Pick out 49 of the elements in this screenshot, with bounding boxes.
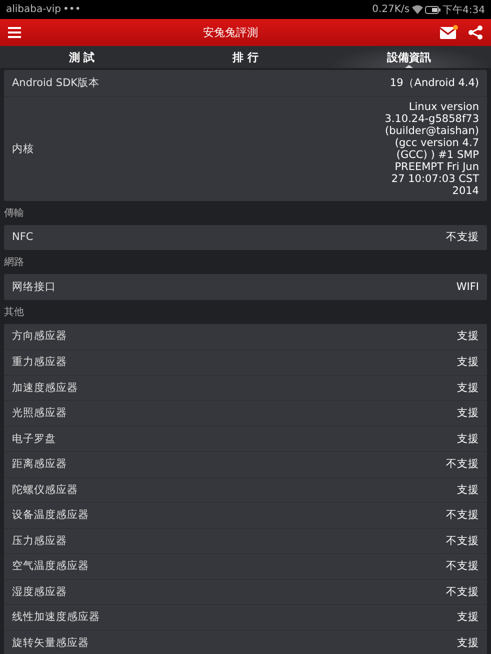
menu-icon[interactable] (8, 27, 21, 38)
row-value: 支援 (457, 636, 479, 649)
row-value: 不支援 (446, 586, 479, 598)
row-label: 内核 (12, 142, 34, 156)
share-icon[interactable] (468, 25, 483, 40)
row-value: 支援 (457, 611, 479, 624)
row-label: 线性加速度感应器 (12, 610, 100, 624)
row-label: 电子罗盘 (12, 432, 56, 446)
row-label: 设备温度感应器 (12, 508, 89, 522)
row-value: 不支援 (446, 458, 479, 470)
row-value: WIFI (456, 280, 479, 293)
tab[interactable]: 排 行 (164, 46, 328, 68)
battery-icon (424, 6, 441, 14)
network-speed: 0.27K/s (372, 4, 410, 15)
row-label: 方向感应器 (12, 329, 67, 344)
row-label: 网络接口 (12, 280, 56, 294)
row-value: 支援 (457, 330, 479, 342)
row-value: 不支援 (446, 509, 479, 522)
row-label: 光照感应器 (12, 406, 67, 420)
row-value: 不支援 (446, 231, 479, 244)
row-value: 支援 (457, 407, 479, 420)
row-value: 支援 (457, 432, 479, 445)
row-label: 压力感应器 (12, 534, 67, 548)
row-label: 加速度感应器 (12, 380, 78, 395)
section-header: 傳輸 (4, 206, 24, 220)
row-label: 陀螺仪感应器 (12, 482, 78, 497)
row-value: 不支援 (446, 560, 479, 572)
clock: 下午4:34 (442, 4, 485, 16)
row-label: 旋转矢量感应器 (12, 636, 89, 650)
section-header: 網路 (4, 256, 24, 269)
row-label: 重力感应器 (12, 355, 67, 370)
row-label: 空气温度感应器 (12, 559, 89, 574)
section-header: 其他 (4, 306, 24, 318)
app-title: 安兔兔評測 (202, 25, 259, 40)
row-label: 距离感应器 (12, 457, 67, 472)
mail-icon[interactable] (440, 26, 456, 38)
row-value: Linux version 3.10.24-g5858f73 (builder@taishan) (gcc version 4.7 (GCC) ) #1 SMP PREEMPT Fri Jun 27 10:07:03 CST 2014 (384, 100, 479, 198)
row-label: NFC (12, 231, 34, 244)
carrier-name: alibaba-vip (6, 4, 62, 15)
row-value: 19（Android 4.4) (390, 76, 479, 89)
row-label: Android SDK版本 (12, 76, 100, 90)
row-value: 支援 (457, 382, 479, 394)
row-label: 湿度感应器 (12, 584, 67, 599)
row-value: 支援 (457, 484, 479, 496)
row-value: 不支援 (446, 534, 479, 547)
notification-dots: ••• (63, 4, 81, 15)
tab[interactable]: 測 試 (0, 46, 164, 68)
wifi-icon (412, 5, 423, 14)
row-value: 支援 (457, 356, 479, 368)
